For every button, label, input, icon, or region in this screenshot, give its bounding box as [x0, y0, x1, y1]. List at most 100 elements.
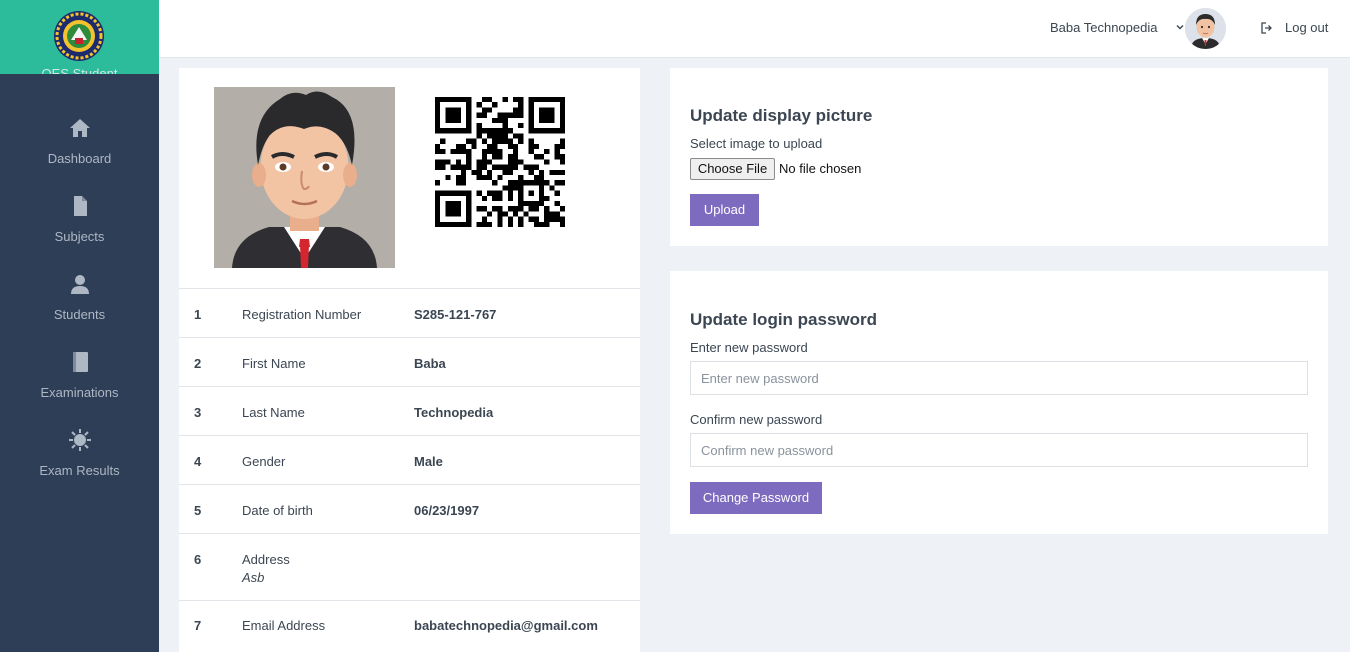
qr-module — [528, 190, 534, 196]
qr-module — [481, 138, 487, 144]
qr-module — [445, 128, 451, 134]
qr-module — [528, 201, 534, 207]
row-label: Registration Number — [242, 307, 362, 322]
qr-module — [435, 190, 441, 196]
row-label: Date of birth — [242, 503, 313, 518]
qr-module — [455, 175, 461, 181]
qr-module — [528, 164, 534, 170]
qr-module — [466, 97, 472, 103]
qr-module — [492, 180, 498, 186]
qr-module — [518, 201, 524, 207]
qr-module — [559, 138, 565, 144]
qr-module — [539, 154, 545, 160]
book-icon — [73, 352, 88, 372]
panel-title: Update display picture — [690, 106, 873, 125]
qr-module — [513, 149, 519, 155]
file-status: No file chosen — [779, 161, 862, 176]
qr-module — [528, 216, 534, 222]
qr-module — [549, 128, 555, 134]
qr-module — [559, 128, 565, 134]
qr-module — [466, 190, 472, 196]
qr-module — [549, 216, 555, 222]
qr-module — [466, 201, 472, 207]
qr-module — [502, 97, 508, 103]
qr-module — [497, 221, 503, 227]
qr-module — [533, 97, 539, 103]
qr-module — [518, 195, 524, 201]
qr-module — [497, 190, 503, 196]
qr-module — [539, 180, 545, 186]
qr-module — [539, 107, 545, 113]
qr-module — [539, 112, 545, 118]
qr-module — [455, 164, 461, 170]
qr-module — [497, 149, 503, 155]
qr-module — [461, 180, 467, 186]
qr-module — [461, 190, 467, 196]
sidebar-item-label: Dashboard — [47, 151, 112, 166]
qr-module — [544, 117, 550, 123]
brand-name: OES Student — [41, 66, 118, 74]
sidebar-item-dashboard[interactable]: Dashboard — [0, 117, 159, 187]
qr-module — [518, 107, 524, 113]
qr-module — [523, 180, 529, 186]
qr-module — [435, 164, 441, 170]
qr-module — [476, 175, 482, 181]
sidebar-item-examinations[interactable]: Examinations — [0, 351, 159, 421]
qr-module — [554, 143, 560, 149]
qr-module — [518, 112, 524, 118]
avatar-image — [1185, 8, 1226, 49]
qr-module — [455, 190, 461, 196]
qr-module — [481, 97, 487, 103]
qr-module — [445, 221, 451, 227]
qr-module — [487, 190, 493, 196]
display-picture-panel: Update display picture Select image to u… — [670, 68, 1328, 246]
change-password-button[interactable]: Change Password — [690, 482, 822, 514]
sidebar-item-students[interactable]: Students — [0, 273, 159, 343]
qr-module — [450, 107, 456, 113]
table-row: 1 Registration Number S285-121-767 — [179, 288, 640, 337]
qr-module — [435, 221, 441, 227]
qr-module — [502, 164, 508, 170]
qr-module — [518, 102, 524, 108]
qr-module — [539, 201, 545, 207]
upload-button[interactable]: Upload — [690, 194, 759, 226]
home-icon — [70, 119, 90, 137]
user-menu[interactable]: Baba Technopedia — [1050, 20, 1184, 35]
row-label: Address — [242, 552, 290, 567]
row-value: Technopedia — [414, 405, 494, 420]
qr-module — [440, 164, 446, 170]
qr-module — [507, 143, 513, 149]
qr-module — [455, 107, 461, 113]
qr-module — [461, 169, 467, 175]
qr-module — [487, 107, 493, 113]
qr-module — [435, 123, 441, 129]
qr-module — [492, 195, 498, 201]
choose-file-button[interactable]: Choose File — [690, 158, 775, 180]
qr-module — [507, 195, 513, 201]
qr-module — [435, 128, 441, 134]
qr-module — [445, 211, 451, 217]
qr-module — [481, 175, 487, 181]
sidebar-item-exam-results[interactable]: Exam Results — [0, 429, 159, 499]
sidebar-item-subjects[interactable]: Subjects — [0, 195, 159, 265]
qr-module — [497, 211, 503, 217]
confirm-password-input[interactable] — [690, 433, 1308, 467]
qr-module — [528, 123, 534, 129]
qr-module — [549, 211, 555, 217]
qr-module — [559, 221, 565, 227]
avatar[interactable] — [1185, 8, 1226, 49]
qr-module — [502, 185, 508, 191]
sidebar-item-label: Subjects — [54, 229, 105, 244]
qr-module — [533, 175, 539, 181]
qr-module — [487, 97, 493, 103]
qr-module — [513, 211, 519, 217]
row-number: 7 — [194, 618, 202, 633]
table-row: 6 Address Asb — [179, 533, 640, 600]
qr-module — [466, 159, 472, 165]
qr-module — [559, 112, 565, 118]
qr-module — [435, 143, 441, 149]
new-password-input[interactable] — [690, 361, 1308, 395]
qr-module — [481, 112, 487, 118]
qr-module — [507, 138, 513, 144]
qr-module — [544, 216, 550, 222]
